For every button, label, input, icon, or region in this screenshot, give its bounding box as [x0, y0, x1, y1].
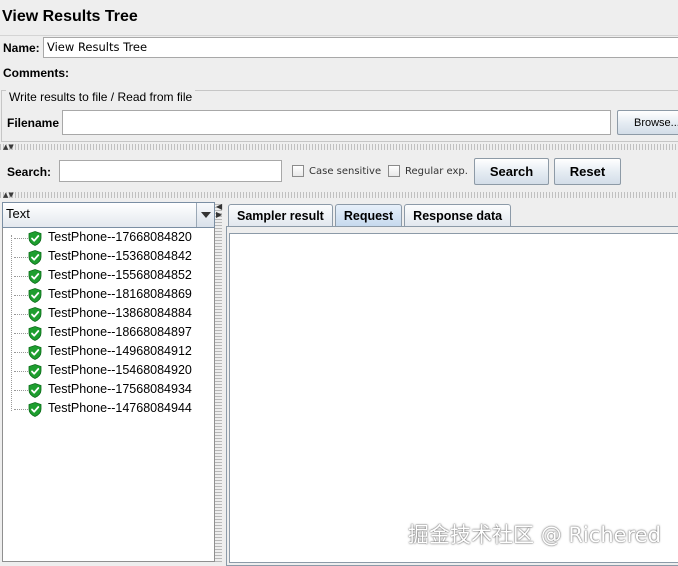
reset-button[interactable]: Reset — [554, 158, 621, 185]
name-label: Name: — [3, 41, 40, 55]
tree-item-label: TestPhone--15568084852 — [48, 268, 192, 282]
tree-item-label: TestPhone--14768084944 — [48, 401, 192, 415]
success-shield-icon — [28, 326, 42, 341]
tree-item-label: TestPhone--17568084934 — [48, 382, 192, 396]
filename-input[interactable] — [62, 110, 611, 135]
tree-item[interactable]: TestPhone--14768084944 — [3, 400, 213, 419]
results-tree: TestPhone--17668084820 TestPhone--1536808… — [3, 229, 213, 429]
tree-guide-line — [14, 314, 28, 315]
search-label: Search: — [7, 165, 52, 179]
tree-item-label: TestPhone--18168084869 — [48, 287, 192, 301]
divider — [0, 35, 678, 36]
renderer-selected-value: Text — [6, 206, 30, 221]
search-button[interactable]: Search — [474, 158, 549, 185]
request-content-area[interactable] — [229, 233, 678, 563]
search-input[interactable] — [59, 160, 282, 182]
file-section-legend: Write results to file / Read from file — [6, 90, 196, 104]
vertical-splitter[interactable] — [215, 202, 222, 562]
splitter-arrows-icon[interactable]: ▲▼ — [3, 144, 14, 151]
filename-label: Filename — [7, 116, 60, 130]
tree-item[interactable]: TestPhone--17568084934 — [3, 381, 213, 400]
tree-guide-line — [14, 409, 28, 410]
tree-item[interactable]: TestPhone--18668084897 — [3, 324, 213, 343]
renderer-select[interactable] — [2, 202, 215, 228]
splitter-arrows-icon[interactable]: ▲▼ — [3, 192, 14, 199]
name-field[interactable]: View Results Tree — [43, 37, 678, 58]
tab-request[interactable]: Request — [334, 204, 403, 226]
success-shield-icon — [28, 402, 42, 417]
success-shield-icon — [28, 307, 42, 322]
tree-item-label: TestPhone--15468084920 — [48, 363, 192, 377]
success-shield-icon — [28, 383, 42, 398]
horizontal-splitter[interactable] — [0, 144, 678, 150]
regular-exp-label: Regular exp. — [405, 166, 468, 177]
success-shield-icon — [28, 250, 42, 265]
chevron-down-icon[interactable] — [196, 203, 214, 227]
tree-item[interactable]: TestPhone--15468084920 — [3, 362, 213, 381]
comments-label: Comments: — [3, 66, 70, 80]
tree-item[interactable]: TestPhone--15368084842 — [3, 248, 213, 267]
tree-item[interactable]: TestPhone--18168084869 — [3, 286, 213, 305]
panel-title: View Results Tree — [2, 8, 138, 25]
tree-guide-line — [14, 390, 28, 391]
tree-guide-line — [14, 295, 28, 296]
tree-guide-line — [14, 276, 28, 277]
case-sensitive-label: Case sensitive — [309, 166, 382, 177]
tree-guide-line — [14, 257, 28, 258]
success-shield-icon — [28, 345, 42, 360]
watermark-text: 掘金技术社区 @ Richered — [408, 523, 661, 547]
regular-exp-checkbox[interactable] — [388, 165, 400, 177]
result-tabs: Sampler result Request Response data — [228, 204, 512, 226]
success-shield-icon — [28, 364, 42, 379]
tree-item[interactable]: TestPhone--15568084852 — [3, 267, 213, 286]
success-shield-icon — [28, 231, 42, 246]
success-shield-icon — [28, 288, 42, 303]
case-sensitive-checkbox[interactable] — [292, 165, 304, 177]
tree-item-label: TestPhone--17668084820 — [48, 230, 192, 244]
tree-item-label: TestPhone--13868084884 — [48, 306, 192, 320]
tree-guide-line — [14, 371, 28, 372]
tab-sampler-result[interactable]: Sampler result — [228, 204, 333, 226]
tree-guide-line — [14, 333, 28, 334]
tree-guide-line — [14, 352, 28, 353]
tree-item[interactable]: TestPhone--17668084820 — [3, 229, 213, 248]
horizontal-splitter[interactable] — [0, 192, 678, 198]
tab-response-data[interactable]: Response data — [404, 204, 512, 226]
tree-item-label: TestPhone--15368084842 — [48, 249, 192, 263]
tree-item[interactable]: TestPhone--14968084912 — [3, 343, 213, 362]
comments-field[interactable] — [70, 62, 678, 81]
vsplit-arrows-icon[interactable]: ◀ ▶ — [216, 203, 222, 219]
tree-item-label: TestPhone--14968084912 — [48, 344, 192, 358]
success-shield-icon — [28, 269, 42, 284]
tree-guide-line — [14, 238, 28, 239]
tree-item-label: TestPhone--18668084897 — [48, 325, 192, 339]
tree-item[interactable]: TestPhone--13868084884 — [3, 305, 213, 324]
browse-button[interactable]: Browse... — [617, 110, 678, 135]
